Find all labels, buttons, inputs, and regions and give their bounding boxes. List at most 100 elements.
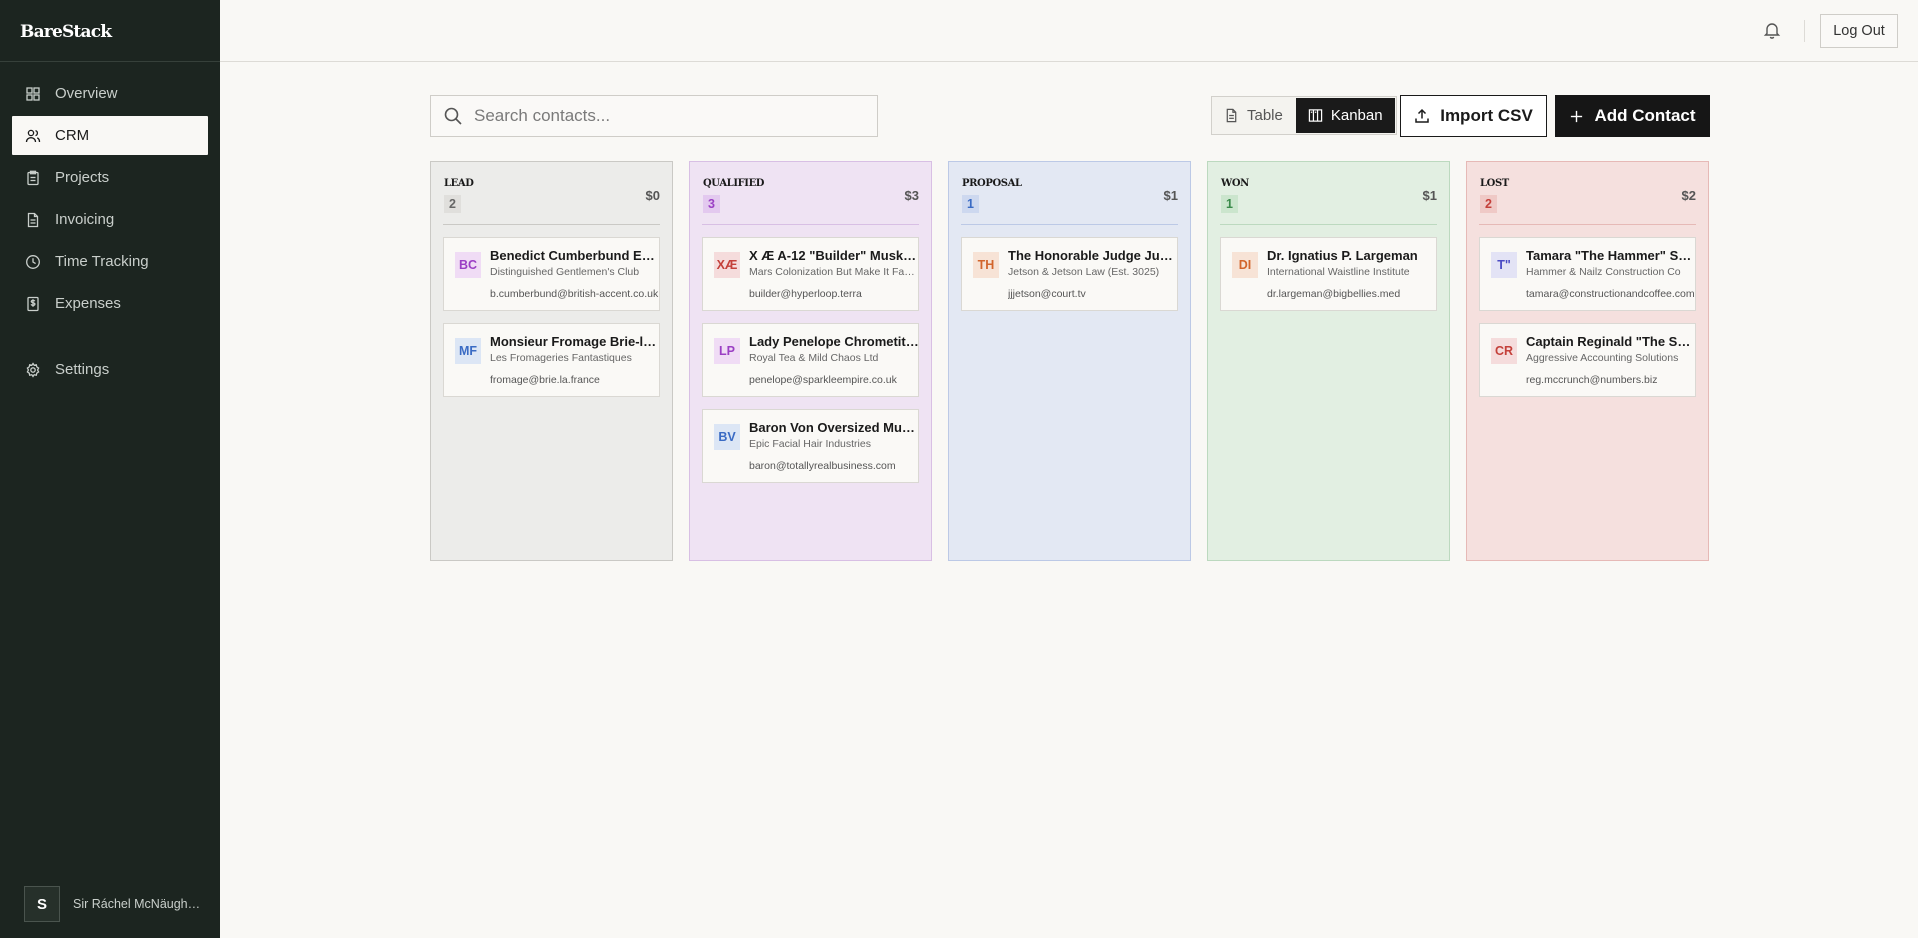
- contact-company: Les Fromageries Fantastiques: [490, 352, 632, 364]
- sidebar-item-expenses[interactable]: Expenses: [12, 284, 208, 323]
- sidebar-item-crm[interactable]: CRM: [12, 116, 208, 155]
- column-value: $0: [645, 188, 660, 203]
- clock-icon: [24, 253, 42, 271]
- file-text-icon: [24, 211, 42, 229]
- kanban-column-qualified: QUALIFIED 3 $3 XÆ X Æ A-12 "Builder" Musk Jr…: [689, 161, 932, 561]
- upload-icon: [1415, 108, 1429, 123]
- add-contact-button[interactable]: Add Contact: [1555, 95, 1710, 137]
- contact-initials-avatar: CR: [1491, 338, 1517, 364]
- column-value: $2: [1681, 188, 1696, 203]
- kanban-column-won: WON 1 $1 DI Dr. Ignatius P. Largeman Internat…: [1207, 161, 1450, 561]
- contact-company: International Waistline Institute: [1267, 266, 1410, 278]
- contact-company: Aggressive Accounting Solutions: [1526, 352, 1679, 364]
- column-value: $1: [1422, 188, 1437, 203]
- column-title: LOST: [1480, 178, 1509, 189]
- kanban-view-button[interactable]: Kanban: [1295, 98, 1395, 133]
- kanban-column-lost: LOST 2 $2 T" Tamara "The Hammer" Smashington…: [1466, 161, 1709, 561]
- user-profile[interactable]: S Sir Ráchel McNäughton: [24, 886, 201, 922]
- sidebar-nav: Overview CRM Projects Invoicing Time Tra…: [0, 62, 220, 389]
- sidebar-item-label: Projects: [55, 169, 110, 186]
- bell-icon[interactable]: [1762, 20, 1782, 40]
- contact-card[interactable]: BV Baron Von Oversized Mustache Epic Facia…: [702, 409, 919, 483]
- sidebar-item-label: Time Tracking: [55, 253, 149, 270]
- contact-email: fromage@brie.la.france: [490, 374, 600, 386]
- sidebar-item-invoicing[interactable]: Invoicing: [12, 200, 208, 239]
- contact-email: penelope@sparkleempire.co.uk: [749, 374, 897, 386]
- contact-card[interactable]: XÆ X Æ A-12 "Builder" Musk Jr. Mars Coloni…: [702, 237, 919, 311]
- column-title: LEAD: [444, 178, 474, 189]
- contact-initials-avatar: T": [1491, 252, 1517, 278]
- search-box[interactable]: [430, 95, 878, 137]
- kanban-view-label: Kanban: [1330, 107, 1383, 124]
- contact-initials-avatar: BV: [714, 424, 740, 450]
- contact-card[interactable]: T" Tamara "The Hammer" Smashington Hammer …: [1479, 237, 1696, 311]
- contact-name: Tamara "The Hammer" Smashington: [1526, 248, 1696, 263]
- column-title: QUALIFIED: [703, 178, 765, 189]
- import-csv-label: Import CSV: [1440, 106, 1533, 125]
- column-header: WON 1 $1: [1220, 162, 1437, 225]
- contact-name: Monsieur Fromage Brie-la-France: [490, 334, 660, 349]
- contact-company: Mars Colonization But Make It Fashion: [749, 266, 919, 278]
- column-value: $1: [1163, 188, 1178, 203]
- contact-name: Benedict Cumberbund Esq.: [490, 248, 660, 263]
- column-count-badge: 2: [1480, 195, 1497, 213]
- contact-company: Jetson & Jetson Law (Est. 3025): [1008, 266, 1160, 278]
- sidebar-item-label: Expenses: [55, 295, 121, 312]
- table-view-button[interactable]: Table: [1212, 97, 1295, 134]
- receipt-icon: [24, 295, 42, 313]
- sidebar-item-label: Settings: [55, 361, 110, 378]
- plus-icon: [1571, 110, 1583, 122]
- contact-card[interactable]: MF Monsieur Fromage Brie-la-France Les Fro…: [443, 323, 660, 397]
- clipboard-icon: [24, 169, 42, 187]
- contact-name: X Æ A-12 "Builder" Musk Jr.: [749, 248, 919, 263]
- contact-company: Hammer & Nailz Construction Co: [1526, 266, 1681, 278]
- contact-card[interactable]: BC Benedict Cumberbund Esq. Distinguished …: [443, 237, 660, 311]
- import-csv-button[interactable]: Import CSV: [1400, 95, 1547, 137]
- topbar-divider: [1804, 20, 1805, 42]
- topbar: Log Out: [220, 0, 1918, 62]
- column-count-badge: 3: [703, 195, 720, 213]
- contact-initials-avatar: DI: [1232, 252, 1258, 278]
- column-count-badge: 1: [962, 195, 979, 213]
- logout-button[interactable]: Log Out: [1820, 14, 1898, 48]
- contact-email: dr.largeman@bigbellies.med: [1267, 288, 1401, 300]
- table-view-label: Table: [1247, 107, 1283, 124]
- kanban-board: LEAD 2 $0 BC Benedict Cumberbund Esq. Disting…: [430, 161, 1725, 561]
- contact-email: jjjetson@court.tv: [1008, 288, 1086, 300]
- kanban-icon: [1308, 109, 1323, 122]
- sidebar-item-label: Invoicing: [55, 211, 115, 228]
- document-icon: [1226, 108, 1237, 123]
- contact-initials-avatar: BC: [455, 252, 481, 278]
- column-count-badge: 2: [444, 195, 461, 213]
- contact-company: Royal Tea & Mild Chaos Ltd: [749, 352, 879, 364]
- users-icon: [24, 127, 42, 145]
- grid-icon: [24, 85, 42, 103]
- contact-email: builder@hyperloop.terra: [749, 288, 862, 300]
- contact-card[interactable]: TH The Honorable Judge Judy Jetson Jetson …: [961, 237, 1178, 311]
- column-title: WON: [1221, 178, 1249, 189]
- sidebar-item-label: CRM: [55, 127, 90, 144]
- sidebar-item-settings[interactable]: Settings: [12, 350, 208, 389]
- column-value: $3: [904, 188, 919, 203]
- contact-company: Distinguished Gentlemen's Club: [490, 266, 640, 278]
- view-toggle: Table Kanban: [1211, 96, 1397, 135]
- search-input[interactable]: [474, 106, 854, 126]
- contact-card[interactable]: DI Dr. Ignatius P. Largeman International …: [1220, 237, 1437, 311]
- contact-card[interactable]: CR Captain Reginald "The Spreadsheet" Aggr…: [1479, 323, 1696, 397]
- contact-initials-avatar: LP: [714, 338, 740, 364]
- user-name: Sir Ráchel McNäughton: [73, 897, 201, 911]
- contact-card[interactable]: LP Lady Penelope Chrometitanium Royal Tea …: [702, 323, 919, 397]
- column-header: LEAD 2 $0: [443, 162, 660, 225]
- column-title: PROPOSAL: [962, 178, 1022, 189]
- contact-email: tamara@constructionandcoffee.com: [1526, 288, 1695, 300]
- sidebar-item-projects[interactable]: Projects: [12, 158, 208, 197]
- kanban-column-lead: LEAD 2 $0 BC Benedict Cumberbund Esq. Disting…: [430, 161, 673, 561]
- sidebar-item-overview[interactable]: Overview: [12, 74, 208, 113]
- contact-email: b.cumberbund@british-accent.co.uk: [490, 288, 659, 300]
- avatar: S: [24, 886, 60, 922]
- brand-logo[interactable]: BareStack: [0, 0, 220, 62]
- contact-name: Dr. Ignatius P. Largeman: [1267, 248, 1418, 263]
- sidebar-item-time-tracking[interactable]: Time Tracking: [12, 242, 208, 281]
- contact-email: reg.mccrunch@numbers.biz: [1526, 374, 1658, 386]
